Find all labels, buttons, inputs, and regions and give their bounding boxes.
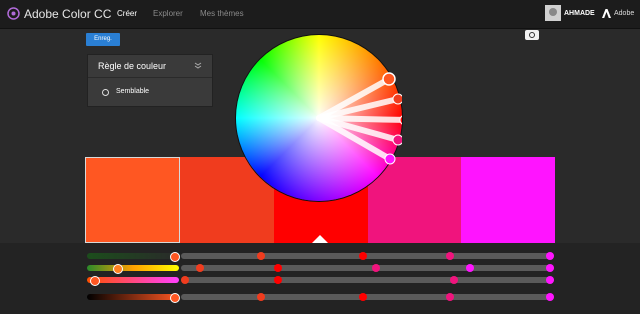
swatch-1[interactable] bbox=[85, 157, 180, 243]
rule-option-analogous[interactable]: Semblable bbox=[116, 88, 149, 95]
harmony-lines bbox=[316, 72, 402, 165]
green-slider-handle[interactable] bbox=[113, 264, 123, 274]
adobe-logo-icon[interactable] bbox=[602, 9, 611, 18]
track-4-dot-5[interactable] bbox=[546, 293, 554, 301]
chevron-down-icon[interactable] bbox=[194, 62, 202, 70]
camera-icon[interactable] bbox=[525, 30, 539, 40]
track-2[interactable] bbox=[181, 265, 554, 271]
nav-create[interactable]: Créer bbox=[117, 9, 137, 18]
track-1-dot-2[interactable] bbox=[257, 252, 265, 260]
track-3-dot-4[interactable] bbox=[450, 276, 458, 284]
adobe-link[interactable]: Adobe bbox=[614, 10, 634, 17]
track-3[interactable] bbox=[181, 277, 554, 283]
red-slider[interactable] bbox=[87, 253, 179, 259]
track-3-dot-5[interactable] bbox=[546, 276, 554, 284]
wheel-handle-2 bbox=[392, 93, 402, 105]
track-3-dot-2[interactable] bbox=[181, 276, 189, 284]
slider-panel bbox=[0, 243, 640, 314]
wheel-handle-5 bbox=[384, 153, 396, 165]
color-rule-panel: Règle de couleur Semblable bbox=[87, 54, 213, 107]
track-1-dot-4[interactable] bbox=[446, 252, 454, 260]
wheel-handle-4 bbox=[392, 134, 402, 146]
track-4-dot-3[interactable] bbox=[359, 293, 367, 301]
track-1[interactable] bbox=[181, 253, 554, 259]
radio-analogous[interactable] bbox=[102, 89, 109, 96]
avatar[interactable] bbox=[545, 5, 561, 21]
track-1-dot-3[interactable] bbox=[359, 252, 367, 260]
nav-explore[interactable]: Explorer bbox=[153, 9, 183, 18]
color-rule-title: Règle de couleur bbox=[98, 61, 167, 71]
username[interactable]: AHMADE bbox=[564, 10, 595, 17]
blue-slider-handle[interactable] bbox=[90, 276, 100, 286]
track-3-dot-3[interactable] bbox=[274, 276, 282, 284]
track-4-dot-2[interactable] bbox=[257, 293, 265, 301]
track-2-dot-5[interactable] bbox=[466, 264, 474, 272]
red-slider-handle[interactable] bbox=[170, 252, 180, 262]
color-rule-header[interactable]: Règle de couleur bbox=[88, 55, 212, 78]
track-2-dot-2[interactable] bbox=[196, 264, 204, 272]
track-2-dot-4[interactable] bbox=[372, 264, 380, 272]
brightness-slider[interactable] bbox=[87, 294, 179, 300]
app-title: Adobe Color CC bbox=[24, 7, 112, 21]
track-2-dot-end[interactable] bbox=[546, 264, 554, 272]
track-4[interactable] bbox=[181, 294, 554, 300]
wheel-handle-1 bbox=[382, 72, 396, 86]
track-1-dot-5[interactable] bbox=[546, 252, 554, 260]
top-bar: Adobe Color CC Créer Explorer Mes thèmes… bbox=[0, 0, 640, 29]
track-2-dot-3[interactable] bbox=[274, 264, 282, 272]
swatch-5[interactable] bbox=[461, 157, 555, 243]
nav-my-themes[interactable]: Mes thèmes bbox=[200, 9, 244, 18]
save-button[interactable]: Enreg. bbox=[86, 33, 120, 46]
wheel-handle-3 bbox=[399, 115, 402, 125]
active-swatch-pointer bbox=[312, 235, 328, 243]
adobe-color-logo-icon[interactable] bbox=[7, 7, 20, 20]
green-slider[interactable] bbox=[87, 265, 179, 271]
track-4-dot-4[interactable] bbox=[446, 293, 454, 301]
blue-slider[interactable] bbox=[87, 277, 179, 283]
brightness-slider-handle[interactable] bbox=[170, 293, 180, 303]
